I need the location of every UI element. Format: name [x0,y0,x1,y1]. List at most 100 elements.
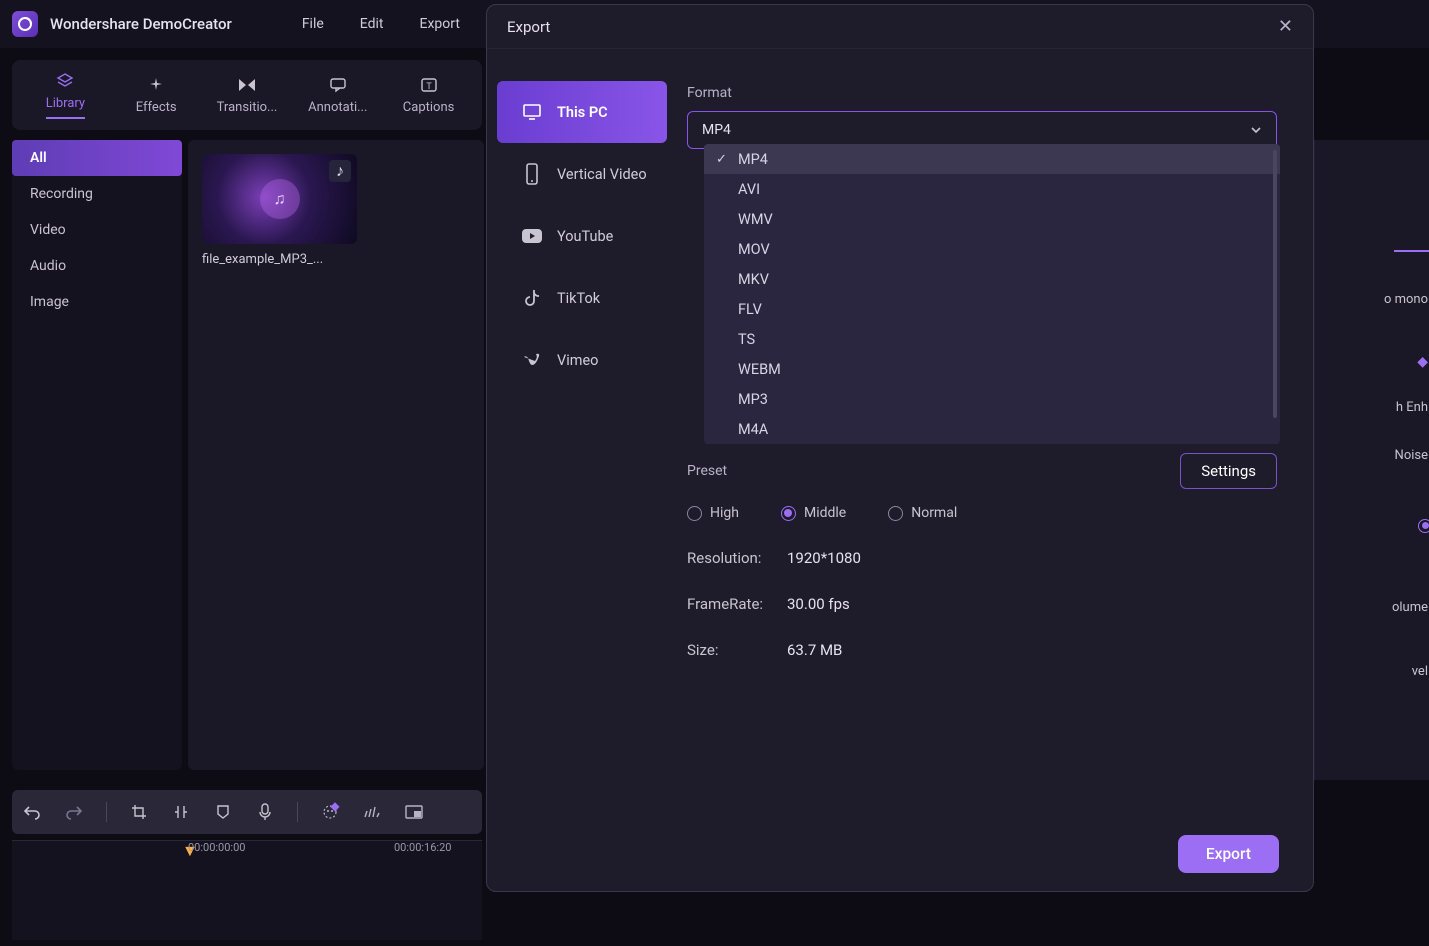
dest-label: Vimeo [557,352,598,369]
tab-library-label: Library [46,96,85,119]
preset-middle[interactable]: Middle [781,505,846,521]
youtube-icon [521,225,543,247]
tab-annotations-label: Annotati... [308,100,367,115]
preset-high[interactable]: High [687,505,739,521]
library-sidebar: All Recording Video Audio Image [12,140,182,770]
toolbar-divider [106,802,107,822]
prop-enhance: h Enh [1396,400,1428,415]
tab-captions[interactable]: T Captions [389,76,469,115]
sidebar-item-audio[interactable]: Audio [12,248,182,284]
format-option-mkv[interactable]: MKV [704,264,1280,294]
prop-level: vel [1412,664,1428,679]
export-destinations: This PC Vertical Video YouTube TikTok Vi… [487,49,677,815]
radio-icon [781,506,796,521]
format-option-flv[interactable]: FLV [704,294,1280,324]
sidebar-item-all[interactable]: All [12,140,182,176]
prop-mono: o mono [1384,292,1428,307]
preset-radio-group: High Middle Normal [687,505,1277,521]
properties-tab-indicator [1394,248,1429,252]
format-option-mp3[interactable]: MP3 [704,384,1280,414]
format-option-webm[interactable]: WEBM [704,354,1280,384]
speed-icon[interactable] [362,802,382,822]
format-option-mov[interactable]: MOV [704,234,1280,264]
dest-label: YouTube [557,228,613,245]
crop-icon[interactable] [129,802,149,822]
layers-icon [56,72,74,90]
undo-icon[interactable] [22,802,42,822]
sidebar-item-recording[interactable]: Recording [12,176,182,212]
ai-face-icon[interactable]: ◆ [320,802,340,822]
tab-annotations[interactable]: Annotati... [298,76,378,115]
radio-icon [888,506,903,521]
timeline[interactable]: ▼ 00:00:00:00 00:00:16:20 [12,840,482,940]
format-option-m4a[interactable]: M4A [704,414,1280,444]
format-option-ts[interactable]: TS [704,324,1280,354]
svg-text:T: T [426,82,432,92]
format-label: Format [687,85,1277,101]
time-tick: 00:00:16:20 [394,841,451,854]
app-logo-icon [12,11,38,37]
text-icon: T [420,76,438,94]
monitor-icon [521,101,543,123]
dest-vimeo[interactable]: Vimeo [497,329,667,391]
radio-icon [1418,519,1429,533]
time-ruler[interactable]: ▼ 00:00:00:00 00:00:16:20 [12,840,482,870]
microphone-icon[interactable] [255,802,275,822]
split-icon[interactable] [171,802,191,822]
close-icon[interactable]: ✕ [1278,16,1293,37]
sparkle-icon [147,76,165,94]
prop-radio[interactable] [1418,518,1429,533]
music-note-icon: ♪ [329,160,351,182]
marker-icon[interactable] [213,802,233,822]
prop-noise: Noise [1395,448,1428,463]
media-library: ♪ ♫ file_example_MP3_... [188,140,484,770]
tab-effects-label: Effects [136,100,177,115]
format-option-wmv[interactable]: WMV [704,204,1280,234]
size-label: Size: [687,641,787,659]
dest-tiktok[interactable]: TikTok [497,267,667,329]
tab-effects[interactable]: Effects [116,76,196,115]
tool-tabs: Library Effects Transitio... Annotati...… [12,60,482,130]
time-tick: 00:00:00:00 [188,841,245,854]
menu-edit[interactable]: Edit [360,16,384,32]
dest-label: Vertical Video [557,166,647,183]
settings-button[interactable]: Settings [1180,453,1277,489]
radio-icon [687,506,702,521]
media-thumbnail[interactable]: ♪ ♫ [202,154,357,244]
tab-captions-label: Captions [403,100,455,115]
resolution-label: Resolution: [687,549,787,567]
tab-library[interactable]: Library [25,72,105,119]
framerate-label: FrameRate: [687,595,787,613]
chevron-down-icon [1250,126,1262,134]
preset-normal[interactable]: Normal [888,505,957,521]
chat-icon [329,76,347,94]
pip-icon[interactable] [404,802,424,822]
dest-youtube[interactable]: YouTube [497,205,667,267]
export-dialog: Export ✕ This PC Vertical Video YouTube … [486,4,1314,892]
diamond-icon: ◆ [1417,354,1428,370]
format-option-avi[interactable]: AVI [704,174,1280,204]
tiktok-icon [521,287,543,309]
bowtie-icon [238,76,256,94]
menu-file[interactable]: File [302,16,324,32]
redo-icon[interactable] [64,802,84,822]
dest-this-pc[interactable]: This PC [497,81,667,143]
sidebar-item-video[interactable]: Video [12,212,182,248]
size-value: 63.7 MB [787,641,842,659]
timeline-toolbar: ◆ [12,790,482,834]
export-dialog-header: Export ✕ [487,5,1313,49]
dest-label: This PC [557,104,608,121]
app-title: Wondershare DemoCreator [50,15,232,33]
format-option-mp4[interactable]: MP4 [704,144,1280,174]
dest-label: TikTok [557,290,600,307]
menu-export[interactable]: Export [420,16,460,32]
format-dropdown: MP4 AVI WMV MOV MKV FLV TS WEBM MP3 M4A [704,144,1280,444]
vimeo-icon [521,349,543,371]
sidebar-item-image[interactable]: Image [12,284,182,320]
export-dialog-title: Export [507,18,550,36]
tab-transitions[interactable]: Transitio... [207,76,287,115]
dropdown-scrollbar[interactable] [1273,150,1277,418]
resolution-value: 1920*1080 [787,549,861,567]
export-button[interactable]: Export [1178,835,1279,873]
dest-vertical-video[interactable]: Vertical Video [497,143,667,205]
